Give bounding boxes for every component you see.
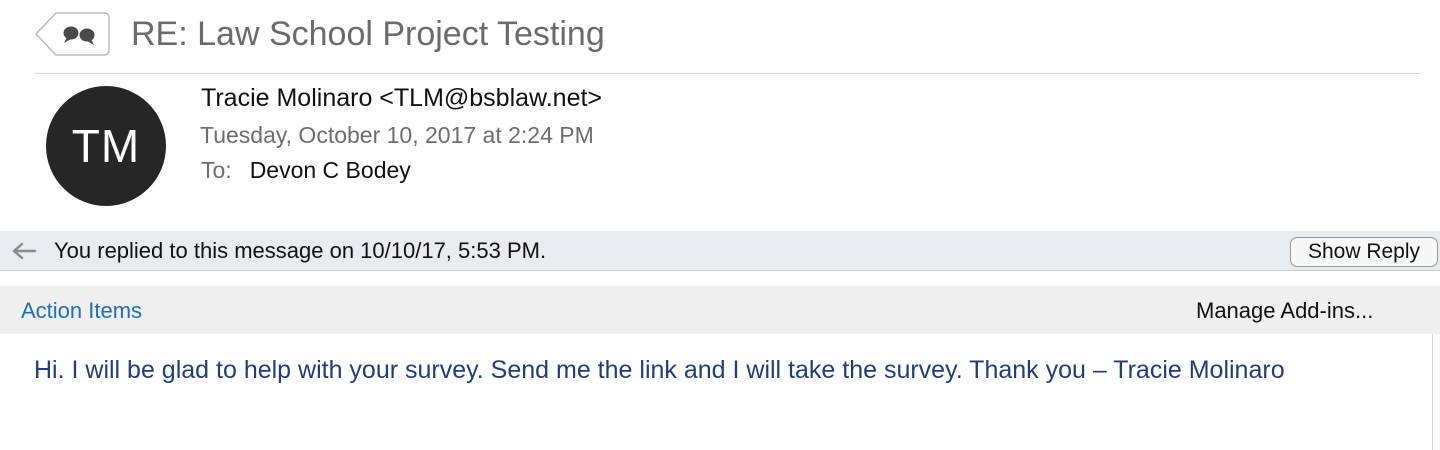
sent-date: Tuesday, October 10, 2017 at 2:24 PM (200, 122, 594, 148)
avatar: TM (46, 86, 166, 206)
reply-arrow-icon (12, 242, 37, 260)
addins-bar: Action Items Manage Add-ins... (0, 286, 1440, 334)
email-message-view: RE: Law School Project Testing TM Tracie… (0, 0, 1440, 450)
replied-banner: You replied to this message on 10/10/17,… (0, 231, 1440, 271)
body-divider (1432, 334, 1433, 450)
header-divider (34, 73, 1420, 74)
show-reply-button[interactable]: Show Reply (1290, 237, 1438, 267)
message-body: Hi. I will be glad to help with your sur… (34, 356, 1285, 384)
action-items-link[interactable]: Action Items (21, 296, 142, 326)
speech-bubbles-icon (34, 12, 110, 56)
manage-addins-link[interactable]: Manage Add-ins... (1196, 296, 1373, 326)
replied-notice: You replied to this message on 10/10/17,… (54, 238, 547, 263)
subject-header: RE: Law School Project Testing (0, 0, 1440, 72)
recipient-name[interactable]: Devon C Bodey (250, 157, 411, 183)
avatar-initials: TM (71, 120, 141, 172)
conversation-button[interactable] (34, 12, 110, 56)
sender-name[interactable]: Tracie Molinaro <TLM@bsblaw.net> (201, 83, 602, 113)
to-label: To: (201, 157, 232, 183)
recipient-row: To: Devon C Bodey (201, 155, 411, 185)
email-subject: RE: Law School Project Testing (131, 15, 605, 53)
